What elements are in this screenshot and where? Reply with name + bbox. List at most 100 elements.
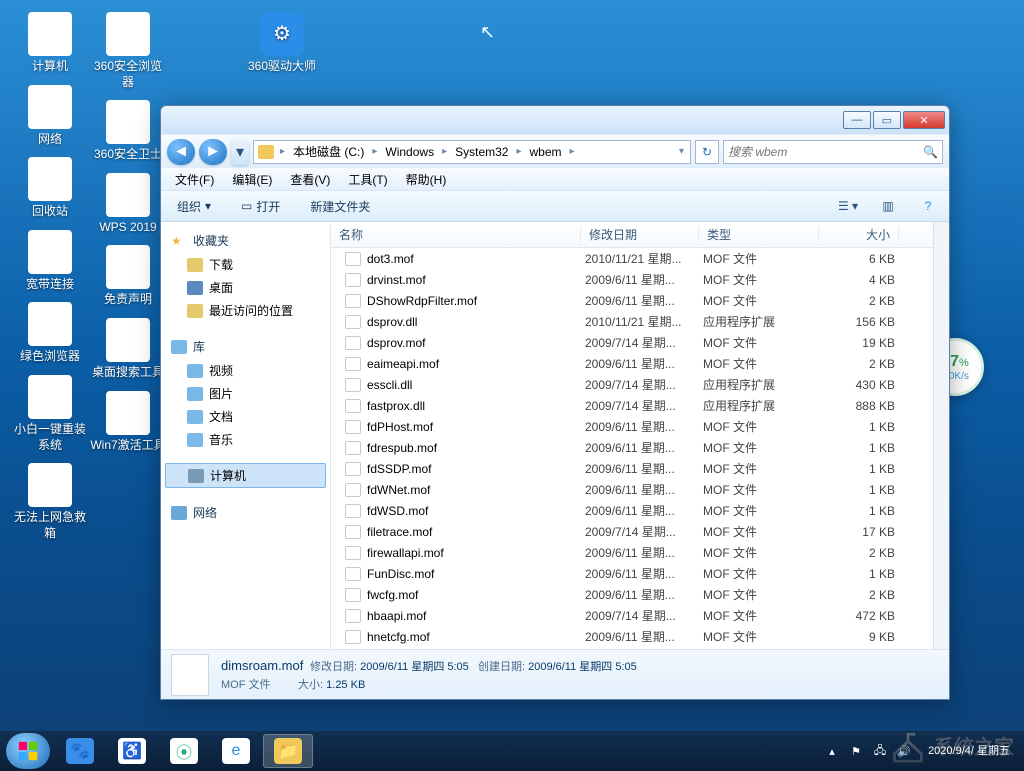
menu-help[interactable]: 帮助(H) bbox=[398, 169, 455, 190]
tray-network-icon[interactable]: 🖧 bbox=[872, 743, 888, 759]
maximize-button[interactable]: ▭ bbox=[873, 111, 901, 129]
file-row[interactable]: fwcfg.mof2009/6/11 星期...MOF 文件2 KB bbox=[331, 584, 933, 605]
taskbar-item[interactable]: ⦿ bbox=[159, 734, 209, 768]
close-button[interactable]: ✕ bbox=[903, 111, 945, 129]
sidebar-favorites[interactable]: ★收藏夹 bbox=[161, 228, 330, 253]
history-dropdown[interactable]: ▾ bbox=[231, 139, 249, 165]
file-row[interactable]: fdPHost.mof2009/6/11 星期...MOF 文件1 KB bbox=[331, 416, 933, 437]
file-row[interactable]: drvinst.mof2009/6/11 星期...MOF 文件4 KB bbox=[331, 269, 933, 290]
desktop-icon[interactable]: WPS 2019 bbox=[88, 171, 168, 238]
file-row[interactable]: dot3.mof2010/11/21 星期...MOF 文件6 KB bbox=[331, 248, 933, 269]
file-name: dsprov.dll bbox=[367, 315, 585, 329]
breadcrumb-segment[interactable]: System32 bbox=[449, 141, 514, 163]
start-button[interactable] bbox=[6, 733, 50, 769]
sidebar-item-desktop[interactable]: 桌面 bbox=[161, 276, 330, 299]
sidebar-item-pictures[interactable]: 图片 bbox=[161, 382, 330, 405]
tray-expand-icon[interactable]: ▴ bbox=[824, 743, 840, 759]
taskbar-item[interactable]: ♿ bbox=[107, 734, 157, 768]
menu-file[interactable]: 文件(F) bbox=[167, 169, 222, 190]
file-row[interactable]: hnetcfg.mof2009/6/11 星期...MOF 文件9 KB bbox=[331, 626, 933, 647]
minimize-button[interactable]: — bbox=[843, 111, 871, 129]
desktop-icon[interactable]: 回收站 bbox=[10, 155, 90, 222]
desktop-icon[interactable]: 绿色浏览器 bbox=[10, 300, 90, 367]
desktop-icon[interactable]: 免责声明 bbox=[88, 243, 168, 310]
sidebar-item-music[interactable]: 音乐 bbox=[161, 428, 330, 451]
details-created: 2009/6/11 星期四 5:05 bbox=[528, 661, 637, 673]
breadcrumb-segment[interactable]: wbem bbox=[524, 141, 568, 163]
sidebar-item-recent[interactable]: 最近访问的位置 bbox=[161, 299, 330, 322]
desktop-icon-label: 360安全浏览器 bbox=[90, 59, 166, 90]
organize-button[interactable]: 组织 ▾ bbox=[169, 194, 219, 219]
file-row[interactable]: firewallapi.mof2009/6/11 星期...MOF 文件2 KB bbox=[331, 542, 933, 563]
search-input[interactable] bbox=[728, 145, 923, 159]
col-size[interactable]: 大小 bbox=[819, 226, 899, 243]
help-button[interactable]: ? bbox=[915, 195, 941, 217]
col-type[interactable]: 类型 bbox=[699, 226, 819, 243]
refresh-button[interactable]: ↻ bbox=[695, 140, 719, 164]
preview-pane-button[interactable]: ▥ bbox=[875, 195, 901, 217]
back-button[interactable]: ◄ bbox=[167, 139, 195, 165]
taskbar-item-explorer[interactable]: 📁 bbox=[263, 734, 313, 768]
desktop-icon-label: 小白一键重装系统 bbox=[12, 422, 88, 453]
scrollbar[interactable] bbox=[933, 222, 949, 649]
menu-tools[interactable]: 工具(T) bbox=[340, 169, 395, 190]
file-row[interactable]: DShowRdpFilter.mof2009/6/11 星期...MOF 文件2… bbox=[331, 290, 933, 311]
menu-view[interactable]: 查看(V) bbox=[282, 169, 338, 190]
desktop-icon[interactable]: ⚙360驱动大师 bbox=[242, 10, 322, 77]
file-type: MOF 文件 bbox=[703, 292, 823, 309]
file-row[interactable]: dsprov.dll2010/11/21 星期...应用程序扩展156 KB bbox=[331, 311, 933, 332]
taskbar-item[interactable]: e bbox=[211, 734, 261, 768]
sidebar-item-computer[interactable]: 计算机 bbox=[165, 463, 326, 488]
tray-volume-icon[interactable]: 🔊 bbox=[896, 743, 912, 759]
taskbar-clock[interactable]: 2020/9/4/ 星期五 bbox=[920, 744, 1018, 758]
search-icon[interactable]: 🔍 bbox=[923, 145, 938, 159]
address-bar[interactable]: ▸ 本地磁盘 (C:)▸ Windows▸ System32▸ wbem▸ ▾ bbox=[253, 140, 691, 164]
file-row[interactable]: filetrace.mof2009/7/14 星期...MOF 文件17 KB bbox=[331, 521, 933, 542]
search-box[interactable]: 🔍 bbox=[723, 140, 943, 164]
breadcrumb-segment[interactable]: 本地磁盘 (C:) bbox=[287, 141, 370, 163]
menu-edit[interactable]: 编辑(E) bbox=[224, 169, 280, 190]
file-row[interactable]: fdSSDP.mof2009/6/11 星期...MOF 文件1 KB bbox=[331, 458, 933, 479]
col-date[interactable]: 修改日期 bbox=[581, 226, 699, 243]
titlebar[interactable]: — ▭ ✕ bbox=[161, 106, 949, 134]
new-folder-button[interactable]: 新建文件夹 bbox=[302, 194, 378, 219]
file-row[interactable]: eaimeapi.mof2009/6/11 星期...MOF 文件2 KB bbox=[331, 353, 933, 374]
desktop-icon[interactable]: 小白一键重装系统 bbox=[10, 373, 90, 455]
file-row[interactable]: FunDisc.mof2009/6/11 星期...MOF 文件1 KB bbox=[331, 563, 933, 584]
desktop-icon[interactable]: 宽带连接 bbox=[10, 228, 90, 295]
addr-dropdown-icon[interactable]: ▾ bbox=[673, 146, 690, 157]
file-row[interactable]: hbaapi.mof2009/7/14 星期...MOF 文件472 KB bbox=[331, 605, 933, 626]
tray-flag-icon[interactable]: ⚑ bbox=[848, 743, 864, 759]
file-type: MOF 文件 bbox=[703, 586, 823, 603]
breadcrumb-segment[interactable]: Windows bbox=[379, 141, 440, 163]
desktop-icon[interactable]: 360安全卫士 bbox=[88, 98, 168, 165]
file-row[interactable]: fdrespub.mof2009/6/11 星期...MOF 文件1 KB bbox=[331, 437, 933, 458]
explorer-window: — ▭ ✕ ◄ ► ▾ ▸ 本地磁盘 (C:)▸ Windows▸ System… bbox=[160, 105, 950, 700]
file-row[interactable]: fastprox.dll2009/7/14 星期...应用程序扩展888 KB bbox=[331, 395, 933, 416]
desktop-icon-label: 360安全卫士 bbox=[94, 147, 162, 163]
open-button[interactable]: ▭ 打开 bbox=[233, 194, 288, 219]
taskbar-item[interactable]: 🐾 bbox=[55, 734, 105, 768]
desktop-icon[interactable]: 计算机 bbox=[10, 10, 90, 77]
file-row[interactable]: esscli.dll2009/7/14 星期...应用程序扩展430 KB bbox=[331, 374, 933, 395]
sidebar-item-network[interactable]: 网络 bbox=[161, 500, 330, 525]
sidebar-libraries[interactable]: 库 bbox=[161, 334, 330, 359]
desktop-icon[interactable]: 无法上网急救箱 bbox=[10, 461, 90, 543]
file-row[interactable]: fdWNet.mof2009/6/11 星期...MOF 文件1 KB bbox=[331, 479, 933, 500]
file-row[interactable]: dsprov.mof2009/7/14 星期...MOF 文件19 KB bbox=[331, 332, 933, 353]
desktop-icon[interactable]: Win7激活工具 bbox=[88, 389, 168, 456]
forward-button[interactable]: ► bbox=[199, 139, 227, 165]
file-date: 2009/7/14 星期... bbox=[585, 607, 703, 624]
file-name: filetrace.mof bbox=[367, 525, 585, 539]
sidebar-item-downloads[interactable]: 下载 bbox=[161, 253, 330, 276]
sidebar-item-documents[interactable]: 文档 bbox=[161, 405, 330, 428]
desktop-icon[interactable]: 网络 bbox=[10, 83, 90, 150]
file-row[interactable]: fdWSD.mof2009/6/11 星期...MOF 文件1 KB bbox=[331, 500, 933, 521]
file-size: 1 KB bbox=[823, 441, 903, 455]
col-name[interactable]: 名称 bbox=[331, 226, 581, 243]
desktop-icon[interactable]: 桌面搜索工具 bbox=[88, 316, 168, 383]
view-button[interactable]: ☰ ▾ bbox=[835, 195, 861, 217]
desktop-icon[interactable]: 360安全浏览器 bbox=[88, 10, 168, 92]
sidebar-item-videos[interactable]: 视频 bbox=[161, 359, 330, 382]
file-name: fdWNet.mof bbox=[367, 483, 585, 497]
